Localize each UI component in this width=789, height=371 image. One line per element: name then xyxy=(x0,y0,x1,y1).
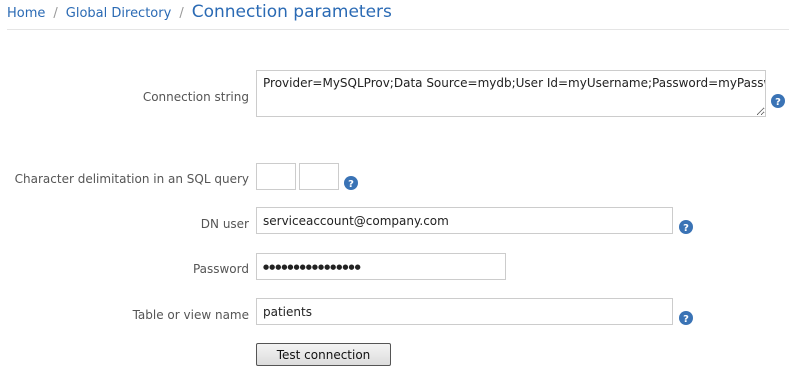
table-name-label: Table or view name xyxy=(132,308,249,322)
char-delimitation-label: Character delimitation in an SQL query xyxy=(14,172,249,186)
question-circle-icon[interactable]: ? xyxy=(679,219,693,234)
connection-string-field[interactable]: Provider=MySQLProv;Data Source=mydb;User… xyxy=(256,70,766,117)
table-name-input[interactable] xyxy=(256,298,673,325)
svg-text:?: ? xyxy=(348,179,354,190)
breadcrumb-separator: / xyxy=(53,6,58,21)
svg-text:?: ? xyxy=(775,97,781,108)
question-circle-icon[interactable]: ? xyxy=(344,175,358,190)
page-title: Connection parameters xyxy=(191,2,392,22)
test-connection-button[interactable]: Test connection xyxy=(256,343,391,366)
svg-text:?: ? xyxy=(683,223,689,234)
question-circle-icon[interactable]: ? xyxy=(771,93,785,108)
dn-user-input[interactable] xyxy=(256,207,673,234)
breadcrumb-separator: / xyxy=(179,6,184,21)
question-circle-icon[interactable]: ? xyxy=(679,310,693,325)
connection-string-label: Connection string xyxy=(142,90,249,104)
breadcrumb-home-link[interactable]: Home xyxy=(7,6,45,21)
breadcrumb: Home / Global Directory / Connection par… xyxy=(7,2,392,24)
svg-text:?: ? xyxy=(683,314,689,325)
char-delimitation-end-input[interactable] xyxy=(299,163,339,190)
dn-user-label: DN user xyxy=(200,217,249,231)
password-input[interactable] xyxy=(256,253,506,280)
header-divider xyxy=(7,29,789,30)
password-label: Password xyxy=(192,262,249,276)
char-delimitation-start-input[interactable] xyxy=(256,163,296,190)
breadcrumb-global-directory-link[interactable]: Global Directory xyxy=(66,6,172,21)
